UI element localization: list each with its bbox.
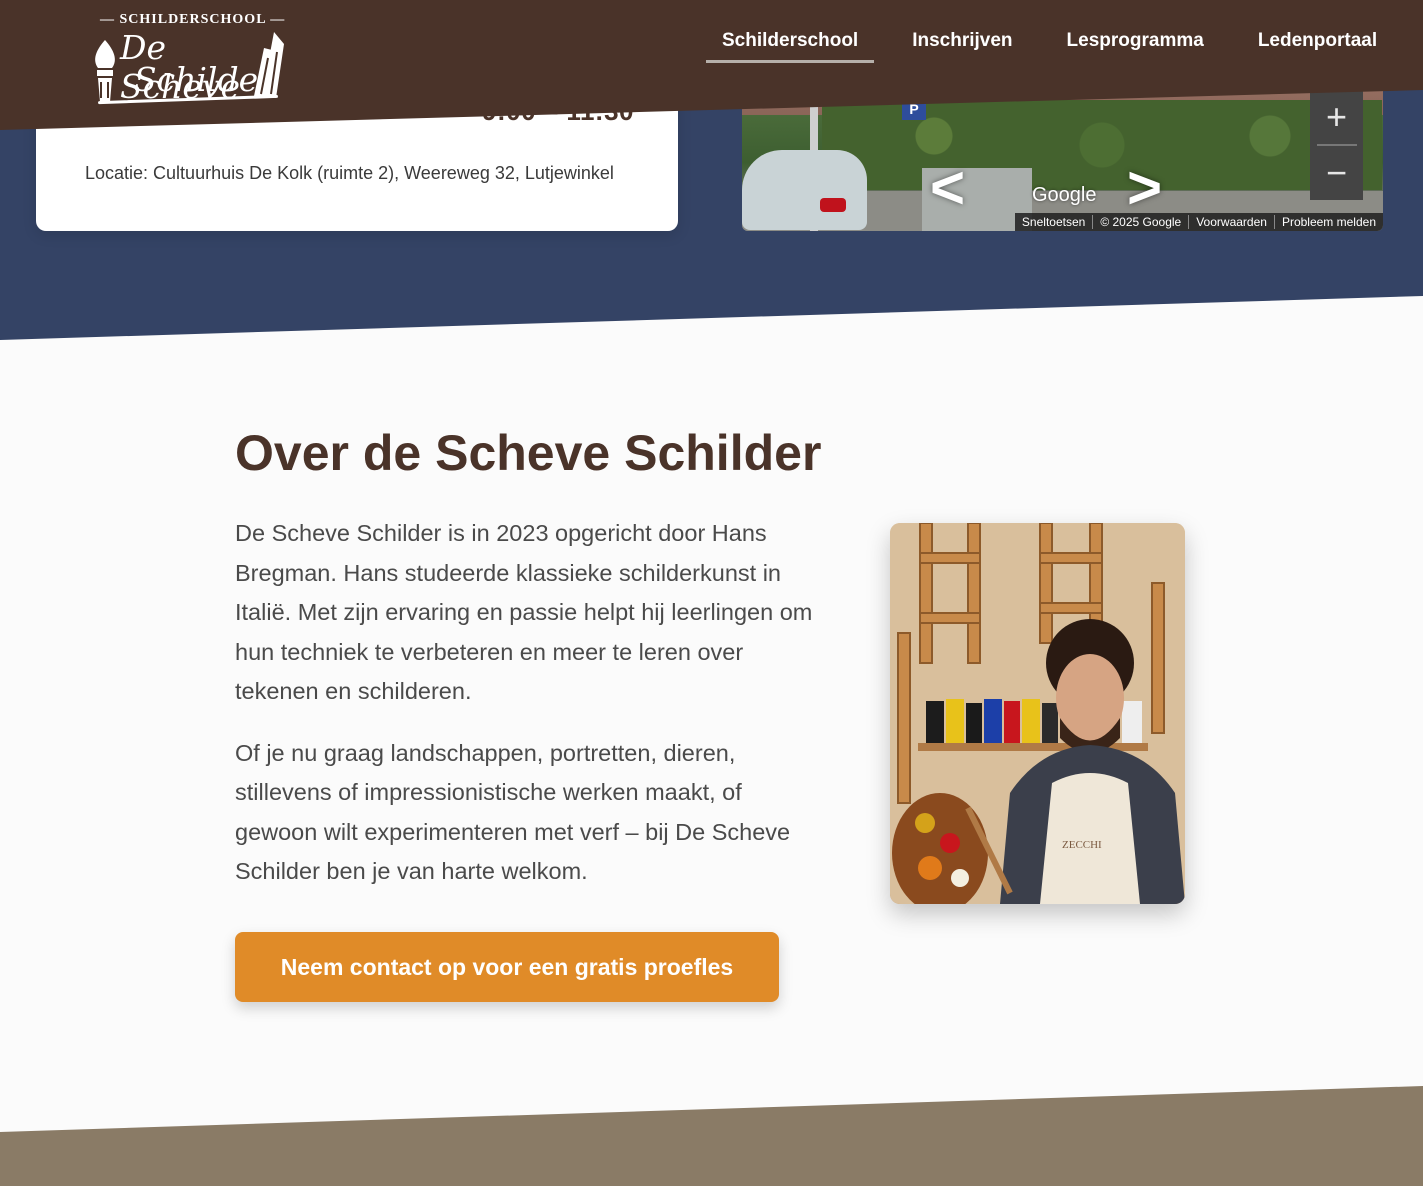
founder-photo-illustration: ZECCHI	[890, 523, 1185, 904]
streetview-car	[742, 150, 867, 230]
pencils-icon	[254, 32, 284, 98]
site-logo[interactable]: — SCHILDERSCHOOL — De Scheve Schilder	[88, 10, 293, 106]
nav-lesprogramma[interactable]: Lesprogramma	[1051, 30, 1220, 63]
paintbrush-icon	[95, 40, 115, 102]
nav-schilderschool[interactable]: Schilderschool	[706, 30, 875, 63]
footer-band	[0, 1086, 1423, 1186]
contact-trial-lesson-button[interactable]: Neem contact op voor een gratis proefles	[235, 932, 779, 1002]
zoom-in-button[interactable]: +	[1310, 90, 1363, 144]
about-paragraph-2: Of je nu graag landschappen, portretten,…	[235, 739, 791, 885]
about-title: Over de Scheve Schilder	[235, 425, 822, 481]
about-paragraph-1: De Scheve Schilder is in 2023 opgericht …	[235, 520, 813, 704]
nav-ledenportaal[interactable]: Ledenportaal	[1242, 30, 1393, 63]
main-nav: Schilderschool Inschrijven Lesprogramma …	[706, 30, 1415, 63]
copyright-text: © 2025 Google	[1092, 215, 1188, 229]
zoom-out-button[interactable]: −	[1310, 146, 1363, 200]
google-watermark: Google	[1032, 184, 1097, 206]
terms-link[interactable]: Voorwaarden	[1188, 215, 1274, 229]
map-attribution: Sneltoetsen © 2025 Google Voorwaarden Pr…	[1014, 213, 1383, 231]
streetview-car-light	[820, 198, 846, 212]
apron-text: ZECCHI	[1062, 839, 1102, 851]
pan-right-arrow-icon[interactable]: >	[1127, 158, 1162, 218]
zoom-control: + −	[1310, 90, 1363, 200]
founder-photo: ZECCHI	[890, 523, 1185, 904]
pan-left-arrow-icon[interactable]: <	[930, 158, 965, 218]
report-problem-link[interactable]: Probleem melden	[1273, 215, 1383, 229]
logo-top-text: — SCHILDERSCHOOL —	[100, 12, 286, 27]
nav-inschrijven[interactable]: Inschrijven	[896, 30, 1028, 63]
lesson-location: Locatie: Cultuurhuis De Kolk (ruimte 2),…	[85, 163, 614, 183]
keyboard-shortcuts-link[interactable]: Sneltoetsen	[1015, 215, 1092, 229]
about-text: De Scheve Schilder is in 2023 opgericht …	[235, 514, 825, 914]
